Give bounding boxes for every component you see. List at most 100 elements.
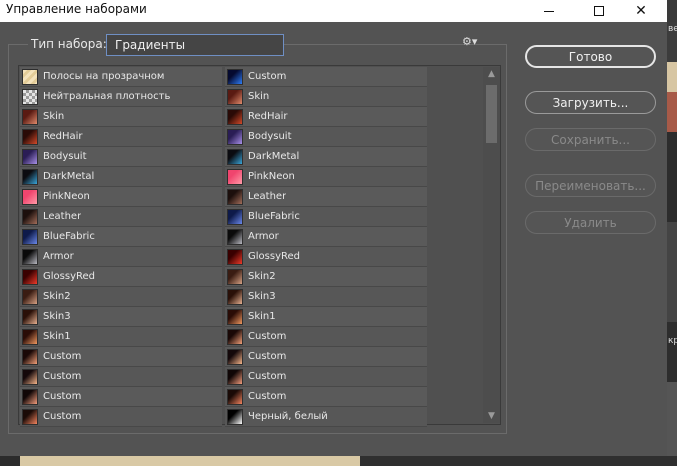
gradient-preset-label: Custom: [43, 411, 82, 422]
gradient-swatch-icon: [22, 168, 38, 185]
gradient-preset-item[interactable]: Skin1: [225, 307, 427, 327]
gradient-swatch-icon: [22, 88, 38, 105]
gradient-preset-item[interactable]: DarkMetal: [225, 147, 427, 167]
gradient-preset-item[interactable]: Custom: [20, 407, 222, 427]
gradient-preset-item[interactable]: Custom: [225, 367, 427, 387]
gradient-preset-item[interactable]: Skin: [20, 107, 222, 127]
scroll-down-icon[interactable]: ▼: [483, 409, 500, 423]
gradient-preset-item[interactable]: Leather: [20, 207, 222, 227]
gradient-swatch-icon: [22, 208, 38, 225]
gradient-swatch-icon: [227, 348, 243, 365]
gradient-preset-label: BlueFabric: [43, 231, 95, 242]
gradient-preset-item[interactable]: Нейтральная плотность: [20, 87, 222, 107]
gradient-preset-item[interactable]: BlueFabric: [20, 227, 222, 247]
gradient-preset-item[interactable]: Custom: [20, 367, 222, 387]
gradient-preset-item[interactable]: Skin2: [20, 287, 222, 307]
minimize-button[interactable]: [532, 0, 566, 22]
gradient-preset-item[interactable]: Черный, белый: [225, 407, 427, 427]
window-title: Управление наборами: [6, 2, 147, 16]
gradient-preset-item[interactable]: PinkNeon: [20, 187, 222, 207]
save-button[interactable]: Сохранить...: [525, 128, 656, 151]
gradient-preset-label: Skin3: [43, 311, 71, 322]
gradient-preset-label: Custom: [43, 351, 82, 362]
gradient-preset-label: Полосы на прозрачном: [43, 71, 165, 82]
gradient-swatch-icon: [22, 148, 38, 165]
gradient-preset-item[interactable]: Skin: [225, 87, 427, 107]
gradient-preset-label: Leather: [248, 191, 287, 202]
gradient-preset-label: Skin3: [248, 291, 276, 302]
gradient-preset-item[interactable]: Bodysuit: [225, 127, 427, 147]
done-button[interactable]: Готово: [525, 45, 656, 68]
gradient-preset-label: Armor: [248, 231, 279, 242]
gradient-preset-item[interactable]: BlueFabric: [225, 207, 427, 227]
gradient-preset-label: RedHair: [43, 131, 83, 142]
gradient-preset-item[interactable]: PinkNeon: [225, 167, 427, 187]
gradient-swatch-icon: [227, 408, 243, 425]
gradient-preset-item[interactable]: GlossyRed: [225, 247, 427, 267]
gradient-preset-item[interactable]: Custom: [225, 347, 427, 367]
gradient-preset-item[interactable]: Custom: [225, 387, 427, 407]
gradient-swatch-icon: [22, 228, 38, 245]
gradient-swatch-icon: [22, 108, 38, 125]
gradient-preset-item[interactable]: Bodysuit: [20, 147, 222, 167]
gradient-preset-label: Черный, белый: [248, 411, 328, 422]
gradient-preset-item[interactable]: RedHair: [225, 107, 427, 127]
gradient-preset-label: Skin: [43, 111, 65, 122]
gradient-preset-item[interactable]: Leather: [225, 187, 427, 207]
scroll-thumb[interactable]: [486, 85, 497, 143]
gradient-preset-item[interactable]: Skin3: [20, 307, 222, 327]
gradient-swatch-icon: [227, 168, 243, 185]
rename-button[interactable]: Переименовать...: [525, 174, 656, 197]
gradient-column-right: Custom Skin RedHair Bodysuit DarkMetal PinkNe…: [225, 67, 427, 427]
gradient-preset-item[interactable]: Custom: [225, 67, 427, 87]
delete-button[interactable]: Удалить: [525, 211, 656, 234]
gradient-preset-item[interactable]: Custom: [225, 327, 427, 347]
gradient-preset-item[interactable]: Armor: [20, 247, 222, 267]
background-glyph-top: ве: [668, 24, 677, 34]
gradient-preset-item[interactable]: Skin3: [225, 287, 427, 307]
gradient-preset-list[interactable]: Полосы на прозрачном Нейтральная плотност…: [18, 65, 501, 427]
gradient-preset-item[interactable]: Custom: [20, 347, 222, 367]
preset-type-select[interactable]: Градиенты: [106, 34, 284, 56]
gradient-preset-item[interactable]: Skin2: [225, 267, 427, 287]
gradient-preset-label: PinkNeon: [43, 191, 90, 202]
gradient-preset-item[interactable]: GlossyRed: [20, 267, 222, 287]
gradient-swatch-icon: [22, 348, 38, 365]
gradient-preset-label: Custom: [248, 71, 287, 82]
load-button[interactable]: Загрузить...: [525, 91, 656, 114]
close-button[interactable]: ✕: [624, 0, 658, 22]
gradient-preset-label: RedHair: [248, 111, 288, 122]
gradient-preset-label: Skin2: [248, 271, 276, 282]
background-glyph-mid: кр: [668, 336, 677, 346]
gradient-swatch-icon: [227, 328, 243, 345]
gradient-preset-label: Custom: [43, 371, 82, 382]
gradient-preset-item[interactable]: RedHair: [20, 127, 222, 147]
gradient-swatch-icon: [22, 268, 38, 285]
gradient-preset-label: Custom: [248, 371, 287, 382]
scroll-up-icon[interactable]: ▲: [483, 67, 500, 81]
gradient-swatch-icon: [227, 388, 243, 405]
gradient-preset-label: Bodysuit: [248, 131, 292, 142]
maximize-icon: [594, 6, 604, 16]
gradient-preset-label: GlossyRed: [248, 251, 300, 262]
minimize-icon: [544, 10, 554, 12]
gradient-preset-item[interactable]: Skin1: [20, 327, 222, 347]
gradient-preset-item[interactable]: DarkMetal: [20, 167, 222, 187]
gear-menu-icon[interactable]: ⚙▾: [462, 35, 482, 49]
gradient-swatch-icon: [22, 68, 38, 85]
gradient-preset-label: Custom: [248, 351, 287, 362]
background-app-edge: [667, 22, 677, 466]
gradient-preset-item[interactable]: Custom: [20, 387, 222, 407]
gradient-preset-label: DarkMetal: [248, 151, 300, 162]
gradient-preset-label: Custom: [43, 391, 82, 402]
gradient-preset-item[interactable]: Полосы на прозрачном: [20, 67, 222, 87]
background-app-bottom: [0, 456, 677, 466]
gradient-swatch-icon: [227, 88, 243, 105]
gradient-swatch-icon: [227, 248, 243, 265]
gradient-swatch-icon: [22, 388, 38, 405]
list-scrollbar[interactable]: ▲ ▼: [483, 67, 500, 423]
maximize-button[interactable]: [582, 0, 616, 22]
gradient-preset-item[interactable]: Armor: [225, 227, 427, 247]
gradient-swatch-icon: [227, 228, 243, 245]
gradient-preset-label: Skin: [248, 91, 270, 102]
